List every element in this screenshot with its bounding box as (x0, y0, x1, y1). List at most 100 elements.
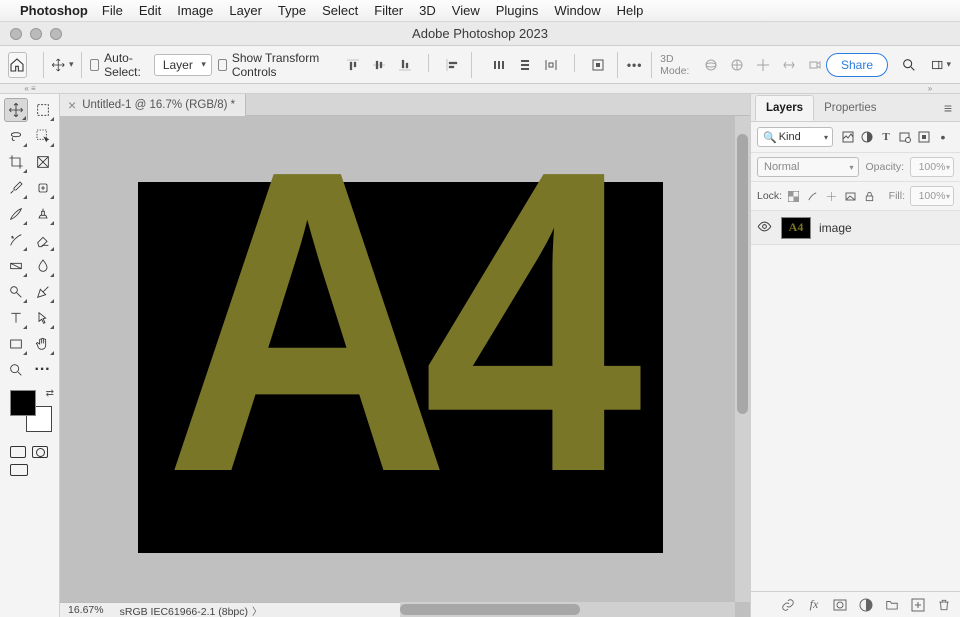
blur-tool[interactable] (31, 254, 55, 278)
menu-help[interactable]: Help (617, 3, 644, 18)
foreground-color-swatch[interactable] (10, 390, 36, 416)
home-button[interactable] (8, 52, 27, 78)
tab-layers[interactable]: Layers (755, 95, 814, 121)
group-layers-icon[interactable] (884, 598, 900, 612)
workspace-button[interactable]: ▾ (930, 54, 952, 76)
lock-position-icon[interactable] (825, 190, 838, 203)
gradient-tool[interactable] (4, 254, 28, 278)
menu-type[interactable]: Type (278, 3, 306, 18)
history-brush-tool[interactable] (4, 228, 28, 252)
layer-name[interactable]: image (819, 221, 852, 235)
menu-edit[interactable]: Edit (139, 3, 161, 18)
menu-3d[interactable]: 3D (419, 3, 436, 18)
pen-tool[interactable] (31, 280, 55, 304)
3d-orbit-button[interactable] (700, 54, 722, 76)
delete-layer-icon[interactable] (936, 598, 952, 612)
eraser-tool[interactable] (31, 228, 55, 252)
layer-effects-icon[interactable]: fx (806, 597, 822, 612)
opacity-field[interactable]: 100% (910, 157, 954, 177)
healing-tool[interactable] (31, 176, 55, 200)
align-to-button[interactable] (587, 54, 609, 76)
eyedropper-tool[interactable] (4, 176, 28, 200)
zoom-tool[interactable] (4, 358, 28, 382)
frame-tool[interactable] (31, 150, 55, 174)
hand-tool[interactable] (31, 332, 55, 356)
move-tool[interactable] (4, 98, 28, 122)
more-options-button[interactable]: ••• (626, 54, 644, 76)
auto-select-target-dropdown[interactable]: Layer (154, 54, 212, 76)
3d-slide-button[interactable] (778, 54, 800, 76)
fill-field[interactable]: 100% (910, 186, 954, 206)
edit-toolbar-button[interactable]: ··· (31, 358, 55, 382)
filter-shape-icon[interactable] (898, 130, 912, 144)
menu-file[interactable]: File (102, 3, 123, 18)
new-layer-icon[interactable] (910, 598, 926, 612)
vertical-scroll-thumb[interactable] (737, 134, 748, 414)
color-profile[interactable]: sRGB IEC61966-2.1 (8bpc)〉 (120, 603, 262, 617)
filter-smart-icon[interactable] (917, 130, 931, 144)
menu-image[interactable]: Image (177, 3, 213, 18)
lock-artboard-icon[interactable] (844, 190, 857, 203)
share-button[interactable]: Share (826, 53, 888, 77)
3d-pan-button[interactable] (752, 54, 774, 76)
align-bottom-button[interactable] (394, 54, 416, 76)
close-tab-icon[interactable]: × (68, 98, 76, 112)
clone-stamp-tool[interactable] (31, 202, 55, 226)
type-tool[interactable] (4, 306, 28, 330)
visibility-toggle-icon[interactable] (757, 219, 773, 237)
3d-camera-button[interactable] (804, 54, 826, 76)
menu-select[interactable]: Select (322, 3, 358, 18)
show-transform-checkbox[interactable] (218, 59, 227, 71)
filter-adjust-icon[interactable] (860, 130, 874, 144)
filter-toggle-icon[interactable]: • (936, 130, 950, 144)
object-select-tool[interactable] (31, 124, 55, 148)
move-tool-preset[interactable]: ▾ (51, 54, 73, 76)
distribute-v-button[interactable] (514, 54, 536, 76)
standard-mode-icon[interactable] (10, 446, 26, 458)
distribute-space-button[interactable] (540, 54, 562, 76)
3d-roll-button[interactable] (726, 54, 748, 76)
search-button[interactable] (898, 54, 920, 76)
filter-type-icon[interactable]: T (879, 130, 893, 144)
tab-properties[interactable]: Properties (814, 96, 886, 120)
app-menu[interactable]: Photoshop (20, 3, 88, 18)
path-select-tool[interactable] (31, 306, 55, 330)
link-layers-icon[interactable] (780, 598, 796, 612)
panel-collapse-handle[interactable]: » (900, 84, 960, 93)
layer-item[interactable]: A4 image (751, 211, 960, 245)
menu-layer[interactable]: Layer (229, 3, 262, 18)
distribute-h-button[interactable] (488, 54, 510, 76)
screen-mode-button[interactable] (10, 464, 28, 476)
filter-pixel-icon[interactable] (841, 130, 855, 144)
lock-pixels-icon[interactable] (806, 190, 819, 203)
blend-mode-dropdown[interactable]: Normal (757, 157, 859, 177)
color-swatches[interactable]: ⇄ (10, 390, 52, 432)
layer-thumbnail[interactable]: A4 (781, 217, 811, 239)
quickmask-mode-icon[interactable] (32, 446, 48, 458)
artboard[interactable]: A4 (138, 182, 663, 553)
swap-colors-icon[interactable]: ⇄ (46, 388, 54, 399)
crop-tool[interactable] (4, 150, 28, 174)
vertical-scrollbar[interactable] (735, 116, 750, 602)
menu-filter[interactable]: Filter (374, 3, 403, 18)
zoom-level[interactable]: 16.67% (68, 604, 104, 616)
panel-menu-button[interactable]: ≡ (944, 100, 956, 116)
toolbox-collapse-handle[interactable]: « ≡ (0, 84, 60, 93)
align-left-button[interactable] (441, 54, 463, 76)
menu-plugins[interactable]: Plugins (496, 3, 539, 18)
layer-mask-icon[interactable] (832, 598, 848, 612)
lasso-tool[interactable] (4, 124, 28, 148)
menu-window[interactable]: Window (554, 3, 600, 18)
adjustment-layer-icon[interactable] (858, 598, 874, 612)
lock-all-icon[interactable] (863, 190, 876, 203)
canvas-area[interactable]: × Untitled-1 @ 16.7% (RGB/8) * A4 16.67%… (60, 94, 750, 617)
auto-select-checkbox[interactable] (90, 59, 99, 71)
brush-tool[interactable] (4, 202, 28, 226)
align-top-button[interactable] (342, 54, 364, 76)
rectangle-tool[interactable] (4, 332, 28, 356)
dodge-tool[interactable] (4, 280, 28, 304)
horizontal-scroll-thumb[interactable] (400, 604, 580, 615)
align-vcenter-button[interactable] (368, 54, 390, 76)
menu-view[interactable]: View (452, 3, 480, 18)
marquee-tool[interactable] (31, 98, 55, 122)
